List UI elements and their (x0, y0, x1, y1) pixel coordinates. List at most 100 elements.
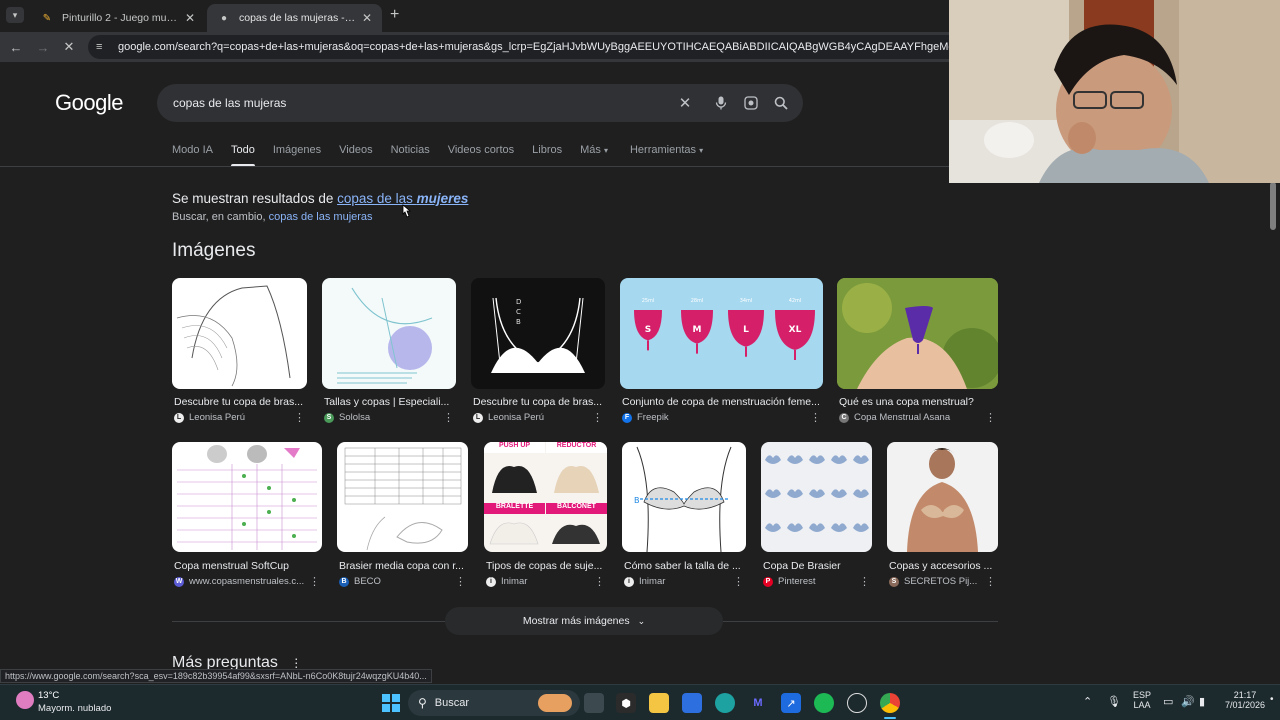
image-source: C Copa Menstrual Asana (839, 412, 979, 423)
edge-icon[interactable] (715, 693, 735, 713)
original-query-link[interactable]: copas de las mujeras (269, 211, 373, 223)
image-thumbnail[interactable] (887, 442, 998, 552)
image-result[interactable]: Brasier media copa con r... B BECO ⋮ (337, 442, 468, 592)
image-thumbnail[interactable] (837, 278, 998, 389)
cup-size-label: M (693, 325, 702, 335)
spotify-icon[interactable] (814, 693, 834, 713)
browser-tab-active[interactable]: ● copas de las mujeras - Buscar c ✕ (207, 4, 382, 32)
source-name: Pinterest (778, 576, 816, 587)
chrome-icon[interactable] (880, 693, 900, 713)
image-result[interactable]: B Cómo saber la talla de ... i Inimar ⋮ (622, 442, 746, 592)
caret-down-icon: ▾ (699, 146, 704, 155)
more-options-icon[interactable]: ⋮ (985, 411, 996, 424)
image-source: i Inimar (486, 576, 591, 587)
tab-herramientas[interactable]: Herramientas ▾ (630, 144, 703, 164)
voice-search-icon[interactable] (713, 95, 729, 111)
new-tab-button[interactable]: + (390, 6, 399, 24)
active-app-indicator (884, 717, 896, 719)
image-thumbnail[interactable] (172, 278, 307, 389)
more-options-icon[interactable]: ⋮ (810, 411, 821, 424)
image-thumbnail[interactable]: DCB (471, 278, 605, 389)
back-arrow-icon[interactable]: ← (7, 38, 25, 56)
tab-videos-cortos[interactable]: Videos cortos (448, 144, 514, 164)
image-result[interactable]: S 25ml M 28ml L 34ml XL 42ml Conjunto de copa d… (620, 278, 823, 428)
google-logo[interactable]: Google (55, 90, 123, 116)
battery-icon[interactable]: ▮ (1199, 695, 1205, 708)
tab-mas[interactable]: Más ▾ (580, 144, 608, 164)
show-more-images-button[interactable]: Mostrar más imágenes ⌄ (445, 607, 723, 635)
more-options-icon[interactable]: ⋮ (290, 656, 302, 670)
clock[interactable]: 21:17 7/01/2026 (1220, 690, 1270, 710)
network-icon[interactable]: ▭ (1163, 695, 1173, 708)
more-options-icon[interactable]: ⋮ (443, 411, 454, 424)
game-icon[interactable] (847, 693, 867, 713)
more-options-icon[interactable]: ⋮ (859, 575, 870, 588)
search-icon[interactable] (773, 95, 789, 111)
more-options-icon[interactable]: ⋮ (594, 575, 605, 588)
search-input[interactable]: copas de las mujeras (157, 84, 803, 122)
more-options-icon[interactable]: ⋮ (733, 575, 744, 588)
tab-title: Pinturillo 2 - Juego multijugador (62, 12, 179, 24)
image-title: Copa De Brasier (763, 560, 841, 572)
weather-widget[interactable]: 13°C Mayorm. nublado (12, 689, 122, 717)
lens-search-icon[interactable] (743, 95, 759, 111)
more-options-icon[interactable]: ⋮ (592, 411, 603, 424)
image-thumbnail[interactable]: PUSH UP REDUCTOR BRALETTE BALCONET (484, 442, 607, 552)
volume-icon[interactable]: 🔊 (1181, 695, 1195, 708)
image-result[interactable]: Copas y accesorios ... S SECRETOS Pij...… (887, 442, 998, 592)
forward-arrow-icon[interactable]: → (34, 38, 52, 56)
more-options-icon[interactable]: ⋮ (309, 575, 320, 588)
tab-libros[interactable]: Libros (532, 144, 562, 164)
tab-todo[interactable]: Todo (230, 144, 255, 167)
tab-modo-ia[interactable]: Modo IA (172, 144, 213, 164)
image-result[interactable]: DCB Descubre tu copa de bras... L Leonis… (471, 278, 605, 428)
microphone-icon[interactable]: 🎙 (1107, 695, 1121, 708)
language-indicator[interactable]: ESP LAA (1130, 690, 1154, 710)
task-view-icon[interactable] (584, 693, 604, 713)
tab-search-dropdown-icon[interactable]: ▾ (6, 7, 24, 23)
image-result[interactable]: Descubre tu copa de bras... L Leonisa Pe… (172, 278, 307, 428)
browser-tab[interactable]: ✎ Pinturillo 2 - Juego multijugador ✕ (30, 4, 205, 32)
chevron-down-icon: ⌄ (637, 615, 646, 626)
app-m-icon[interactable]: M (748, 693, 768, 713)
image-thumbnail[interactable] (337, 442, 468, 552)
image-result[interactable]: Copa De Brasier P Pinterest ⋮ (761, 442, 872, 592)
stop-loading-icon[interactable]: ✕ (60, 38, 78, 56)
image-source: L Leonisa Perú (174, 412, 294, 423)
tab-noticias[interactable]: Noticias (391, 144, 430, 164)
image-thumbnail[interactable] (761, 442, 872, 552)
image-result[interactable]: PUSH UP REDUCTOR BRALETTE BALCONET Tipos… (484, 442, 607, 592)
tab-imagenes[interactable]: Imágenes (273, 144, 321, 164)
source-favicon-icon: L (473, 412, 483, 423)
store-icon[interactable] (682, 693, 702, 713)
notification-icon[interactable]: • (1270, 694, 1274, 705)
image-thumbnail[interactable] (172, 442, 322, 552)
more-options-icon[interactable]: ⋮ (455, 575, 466, 588)
image-result[interactable]: Tallas y copas | Especiali... S Sololsa … (322, 278, 456, 428)
lang-line1: ESP (1132, 690, 1151, 700)
clear-search-icon[interactable]: ✕ (677, 95, 693, 112)
windows-start-icon[interactable] (381, 693, 401, 713)
image-thumbnail[interactable] (322, 278, 456, 389)
image-thumbnail[interactable]: B (622, 442, 746, 552)
app-icon[interactable]: ⬢ (616, 693, 636, 713)
image-title: Tallas y copas | Especiali... (324, 396, 450, 408)
spelling-correction: Se muestran resultados de copas de las m… (172, 191, 468, 206)
taskbar-search[interactable]: ⚲ Buscar (408, 690, 580, 716)
windows-taskbar: 13°C Mayorm. nublado ⚲ Buscar ⬢ M ↗ ⌃ 🎙 … (0, 684, 1280, 720)
close-tab-icon[interactable]: ✕ (179, 11, 195, 25)
more-options-icon[interactable]: ⋮ (985, 575, 996, 588)
image-result[interactable]: Copa menstrual SoftCup W www.copasmenstr… (172, 442, 322, 592)
file-explorer-icon[interactable] (649, 693, 669, 713)
app-blue-icon[interactable]: ↗ (781, 693, 801, 713)
page-scrollbar[interactable] (1270, 182, 1276, 230)
image-result[interactable]: Qué es una copa menstrual? C Copa Menstr… (837, 278, 998, 428)
cup-size-m: M 28ml (681, 298, 713, 354)
site-info-icon[interactable]: ≡ (96, 41, 110, 53)
tab-videos[interactable]: Videos (339, 144, 372, 164)
image-thumbnail[interactable]: S 25ml M 28ml L 34ml XL 42ml (620, 278, 823, 389)
close-tab-icon[interactable]: ✕ (356, 11, 372, 25)
show-hidden-icons[interactable]: ⌃ (1083, 695, 1092, 708)
bra-type-label: REDUCTOR (546, 442, 607, 453)
more-options-icon[interactable]: ⋮ (294, 411, 305, 424)
